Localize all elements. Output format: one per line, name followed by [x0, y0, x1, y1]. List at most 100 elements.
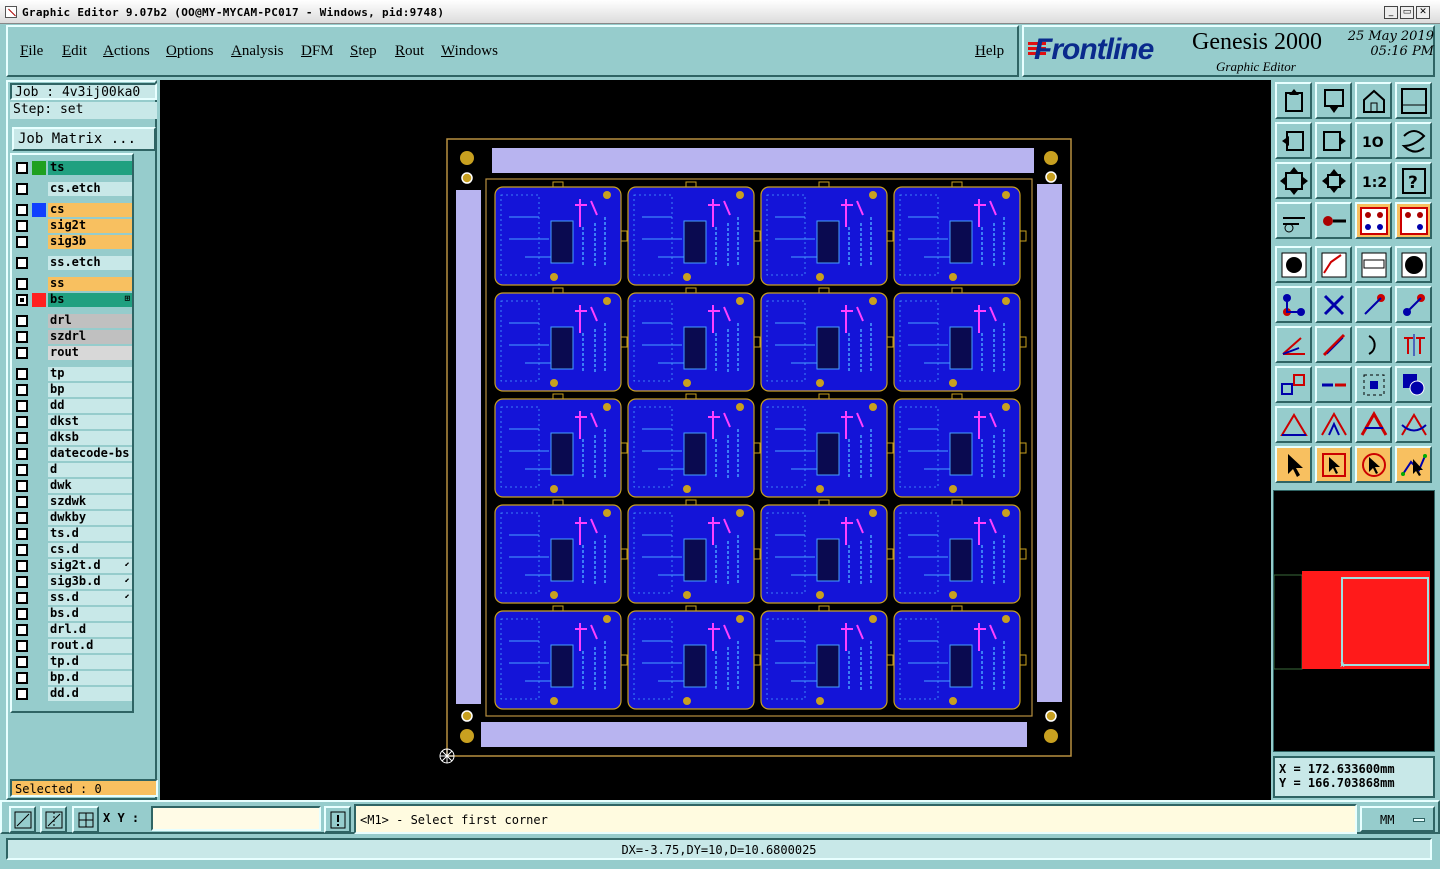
layer-name[interactable]: drl.d: [48, 623, 132, 637]
exclamation-icon[interactable]: [324, 806, 351, 833]
move-icon[interactable]: [1275, 366, 1312, 403]
layer-name[interactable]: cs.d: [48, 543, 132, 557]
home-icon[interactable]: [1355, 82, 1392, 119]
layer-checkbox[interactable]: [16, 294, 28, 306]
layer-name[interactable]: szdwk: [48, 495, 132, 509]
window-xy-icon[interactable]: [1395, 82, 1432, 119]
layer-checkbox[interactable]: [16, 544, 28, 556]
menu-dfm[interactable]: DFM: [301, 43, 334, 60]
layer-row-tp.d[interactable]: tp.d: [16, 655, 132, 669]
menu-analysis[interactable]: Analysis: [231, 43, 284, 60]
line-icon[interactable]: [1315, 246, 1352, 283]
pan-right-icon[interactable]: [1315, 122, 1352, 159]
xy-input[interactable]: [151, 806, 321, 831]
layer-name[interactable]: sig3b.d ⬋: [48, 575, 132, 589]
layer-name[interactable]: sig2t.d ⬋: [48, 559, 132, 573]
job-matrix-button[interactable]: Job Matrix ...: [12, 127, 156, 151]
minimize-button[interactable]: _: [1384, 6, 1398, 19]
record-icon[interactable]: [1395, 246, 1432, 283]
snap-grid-icon[interactable]: [40, 806, 67, 833]
zoom-home-icon[interactable]: [1275, 82, 1312, 119]
fit-zoom-icon[interactable]: [1315, 162, 1352, 199]
layer-checkbox[interactable]: [16, 576, 28, 588]
layer-row-datecode-bs[interactable]: datecode-bs: [16, 447, 132, 461]
layer-row-dd[interactable]: dd: [16, 399, 132, 413]
one-to-one-icon[interactable]: 1O: [1355, 122, 1392, 159]
layer-name[interactable]: rout: [48, 346, 132, 360]
layer-row-ss.d[interactable]: ss.d ⬋: [16, 591, 132, 605]
menu-step[interactable]: Step: [350, 43, 377, 60]
layer-name[interactable]: ts: [48, 161, 132, 175]
layer-name[interactable]: sig2t: [48, 219, 132, 233]
array-icon[interactable]: [1355, 366, 1392, 403]
dash-icon[interactable]: [1315, 366, 1352, 403]
layer-name[interactable]: bs.d: [48, 607, 132, 621]
title-bar[interactable]: Graphic Editor 9.07b2 (OO@MY-MYCAM-PC017…: [0, 0, 1440, 24]
layer-row-bp.d[interactable]: bp.d: [16, 671, 132, 685]
close-button[interactable]: ✕: [1416, 6, 1430, 19]
layer-checkbox[interactable]: [16, 528, 28, 540]
help-query-icon[interactable]: ?: [1395, 162, 1432, 199]
layer-name[interactable]: ss: [48, 277, 132, 291]
layer-row-ts[interactable]: ts: [16, 161, 132, 175]
layer-name[interactable]: ss.d ⬋: [48, 591, 132, 605]
cross-icon[interactable]: [1315, 286, 1352, 323]
layer-checkbox[interactable]: [16, 220, 28, 232]
netlist-compare-icon[interactable]: [1395, 202, 1432, 239]
layer-row-d[interactable]: d: [16, 463, 132, 477]
layer-name[interactable]: dd: [48, 399, 132, 413]
layer-row-dwk[interactable]: dwk: [16, 479, 132, 493]
layer-list[interactable]: ts cs.etch cs sig2t sig3b ss.etch ss bs ⊞ drl szdr…: [10, 153, 134, 713]
menu-options[interactable]: Options: [166, 43, 214, 60]
ruler-icon[interactable]: [1275, 202, 1312, 239]
menu-file[interactable]: File: [20, 43, 43, 60]
layer-name[interactable]: szdrl: [48, 330, 132, 344]
layer-checkbox[interactable]: [16, 608, 28, 620]
layer-checkbox[interactable]: [16, 257, 28, 269]
layer-name[interactable]: cs: [48, 203, 132, 217]
layer-name[interactable]: bs ⊞: [48, 293, 132, 307]
fit-screen-icon[interactable]: [1275, 162, 1312, 199]
layer-row-dksb[interactable]: dksb: [16, 431, 132, 445]
layer-checkbox[interactable]: [16, 464, 28, 476]
layer-checkbox[interactable]: [16, 315, 28, 327]
layer-checkbox[interactable]: [16, 688, 28, 700]
layer-name[interactable]: bp: [48, 383, 132, 397]
graphic-canvas[interactable]: [160, 80, 1271, 800]
layer-name[interactable]: datecode-bs: [48, 447, 132, 461]
layer-name[interactable]: dwk: [48, 479, 132, 493]
key-icon[interactable]: [1315, 202, 1352, 239]
layer-name[interactable]: ts.d: [48, 527, 132, 541]
layer-row-bp[interactable]: bp: [16, 383, 132, 397]
layer-row-bs[interactable]: bs ⊞: [16, 293, 132, 307]
layer-name[interactable]: bp.d: [48, 671, 132, 685]
menu-edit[interactable]: Edit: [62, 43, 87, 60]
snap-off-icon[interactable]: [9, 806, 36, 833]
angle-icon[interactable]: [1275, 326, 1312, 363]
layer-row-ss[interactable]: ss: [16, 277, 132, 291]
maximize-button[interactable]: ▭: [1400, 6, 1414, 19]
layer-name[interactable]: drl: [48, 314, 132, 328]
layer-row-sig3b.d[interactable]: sig3b.d ⬋: [16, 575, 132, 589]
layer-checkbox[interactable]: [16, 624, 28, 636]
layer-checkbox[interactable]: [16, 347, 28, 359]
layer-row-dwkby[interactable]: dwkby: [16, 511, 132, 525]
layer-name[interactable]: tp: [48, 367, 132, 381]
layer-row-szdwk[interactable]: szdwk: [16, 495, 132, 509]
layer-name[interactable]: d: [48, 463, 132, 477]
layer-checkbox[interactable]: [16, 331, 28, 343]
pointer-circle-icon[interactable]: [1355, 446, 1392, 483]
layer-name[interactable]: sig3b: [48, 235, 132, 249]
overview-map[interactable]: x: [1273, 490, 1435, 752]
pointer-net-icon[interactable]: [1395, 446, 1432, 483]
layer-row-rout.d[interactable]: rout.d: [16, 639, 132, 653]
poly3-icon[interactable]: [1355, 406, 1392, 443]
layer-row-dkst[interactable]: dkst: [16, 415, 132, 429]
layer-name[interactable]: dkst: [48, 415, 132, 429]
layer-row-tp[interactable]: tp: [16, 367, 132, 381]
layer-checkbox[interactable]: [16, 560, 28, 572]
layer-checkbox[interactable]: [16, 236, 28, 248]
layer-row-bs.d[interactable]: bs.d: [16, 607, 132, 621]
layer-row-drl.d[interactable]: drl.d: [16, 623, 132, 637]
menu-help[interactable]: Help: [975, 43, 1004, 60]
